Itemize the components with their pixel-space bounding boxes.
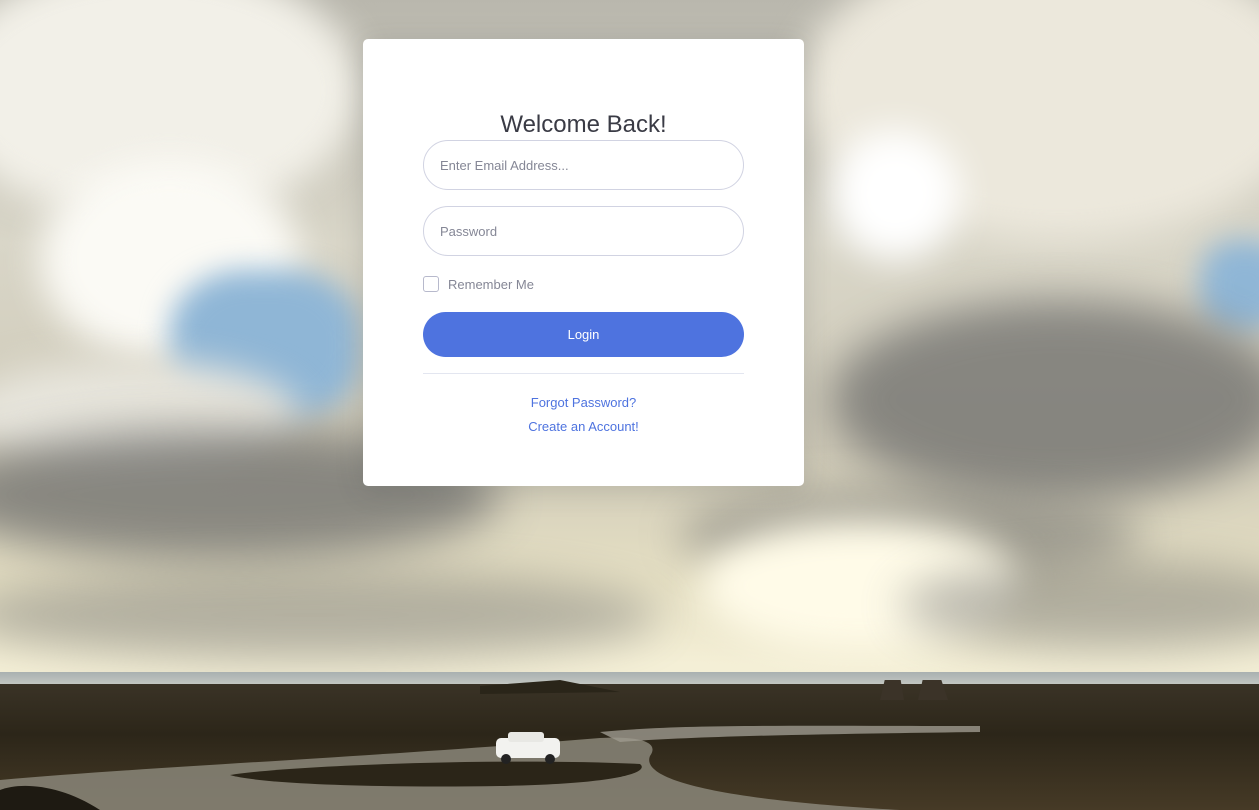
divider (423, 373, 744, 374)
create-account-link[interactable]: Create an Account! (363, 419, 804, 434)
password-field[interactable] (423, 206, 744, 256)
remember-me-row[interactable]: Remember Me (423, 276, 534, 292)
login-button[interactable]: Login (423, 312, 744, 357)
page-title: Welcome Back! (500, 111, 667, 138)
road-and-car-scene (0, 680, 980, 810)
remember-me-checkbox[interactable] (423, 276, 439, 292)
login-card: Welcome Back! Remember Me Login Forgot P… (363, 39, 804, 486)
email-field[interactable] (423, 140, 744, 190)
forgot-password-link[interactable]: Forgot Password? (363, 395, 804, 410)
remember-me-label: Remember Me (448, 276, 534, 292)
